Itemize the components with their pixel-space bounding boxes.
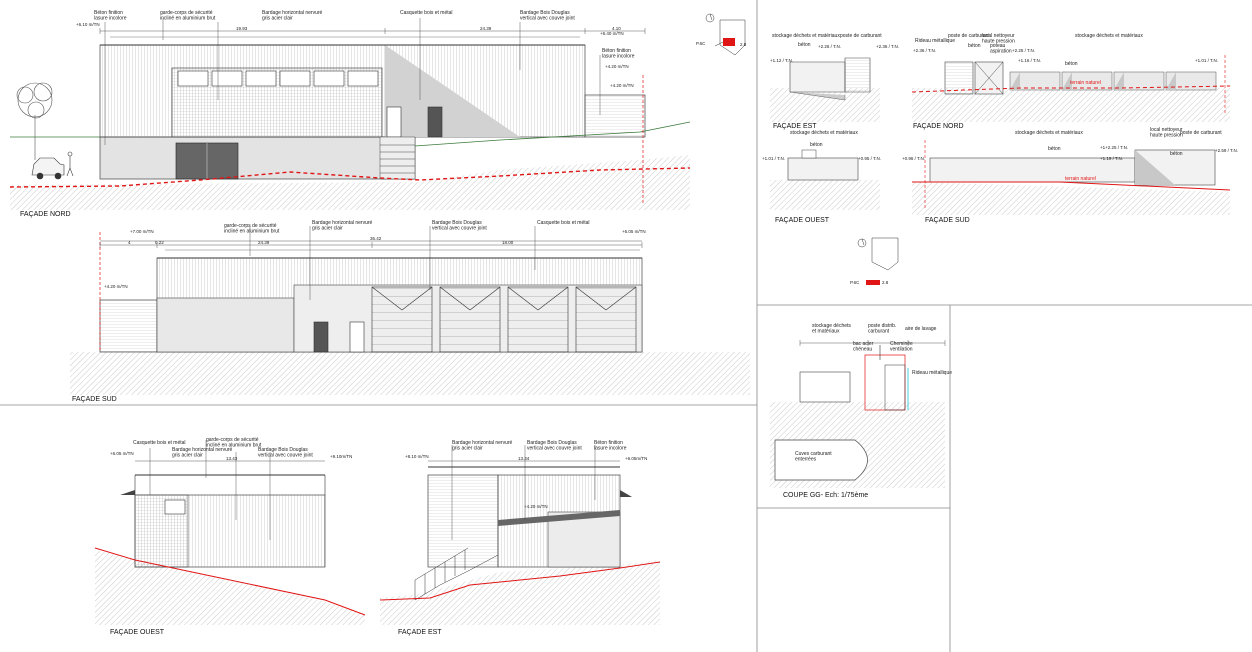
facade-est-title: FAÇADE EST — [398, 629, 442, 636]
kiosk-nord-label-stockage: stockage déchets et matériaux — [1075, 33, 1143, 39]
kiosk-est-label-beton: béton — [798, 42, 811, 48]
facade-sud — [70, 226, 750, 395]
sud-dim-2: 0.22 — [155, 240, 164, 245]
kiosk-ouest-title: FAÇADE OUEST — [775, 217, 830, 224]
est-level-1: +8.10 m/TN — [405, 454, 429, 459]
nord-label-bardage-horizontal: Bardage horizontal nervuré gris acier cla… — [262, 10, 323, 22]
coupe-header-lavage: aire de lavage — [905, 326, 937, 332]
kiosk-nord-label-beton-1: béton — [968, 43, 981, 49]
kiosk-sud-title: FAÇADE SUD — [925, 217, 970, 224]
kiosk-sud-level-4: +2.59 / T.N. — [1215, 148, 1238, 153]
kiosk-sud-label-stockage: stockage déchets et matériaux — [1015, 130, 1083, 136]
keyplan-label-p6c: P.6C — [696, 41, 706, 46]
keyplan-bottom — [857, 237, 899, 285]
nord-level-2: +6.40 m/TN — [600, 31, 624, 36]
kiosk-est-level-1: +2.26 / T.N. — [818, 44, 841, 49]
kiosk-nord-level-1: +2.36 / T.N. — [913, 48, 936, 53]
sud-label-garde-corps: garde-corps de sécurité incliné en alumin… — [224, 223, 280, 235]
ouest-dim-1: 13.43 — [226, 456, 238, 461]
person-icon — [66, 151, 74, 177]
nord-label-beton: Béton finition lasure incolore — [94, 10, 127, 22]
kiosk-sud-label-beton-2: béton — [1170, 151, 1183, 157]
kiosk-sud-label-beton-1: béton — [1048, 146, 1061, 152]
nord-level-1: +6.10 m/TN — [76, 22, 100, 27]
kiosk-nord-level-4: +1.01 / T.N. — [1195, 58, 1218, 63]
tree-icon — [16, 82, 53, 160]
kiosk-ouest-label-stockage: stockage déchets et matériaux — [790, 130, 858, 136]
kiosk-sud-label-poste: poste de carburant — [1180, 130, 1222, 136]
kiosk-ouest-level-2: +0.95 / T.N. — [858, 156, 881, 161]
kiosk-sud-level-2: +1+2.25 / T.N. — [1100, 145, 1128, 150]
nord-dim-1: 19.93 — [236, 26, 248, 31]
coupe-label-rideau: Rideau métallique — [912, 370, 952, 376]
nord-label-beton-right: Béton finition lasure incolore — [602, 48, 635, 60]
est-label-beton: Béton finition lasure incolore — [594, 440, 627, 452]
sud-dim-4: 36.42 — [370, 236, 382, 241]
sud-level-3: +4.20 m/TN — [104, 284, 128, 289]
facade-est — [379, 445, 661, 625]
kiosk-est-label-poste: poste de carburant — [840, 33, 882, 39]
est-label-bardage-bois: Bardage Bois Douglas vertical avec couvre… — [527, 440, 582, 452]
elevation-drawing-sheet: FAÇADE NORD Béton finition lasure incolor… — [0, 0, 1252, 652]
coupe-label-cheminee: Cheminée ventilation — [890, 341, 913, 353]
nord-level-4: +4.20 m/TN — [610, 83, 634, 88]
coupe-header-poste: poste distrib. carburant — [868, 323, 896, 335]
kiosk-nord-title: FAÇADE NORD — [913, 123, 964, 130]
keyplan-label-28: 2.8 — [740, 42, 747, 47]
kiosk-sud-label-terrain: terrain naturel — [1065, 176, 1096, 182]
sud-label-bardage-horizontal: Bardage horizontal nervuré gris acier cla… — [312, 220, 373, 232]
ouest-level-1: +6.05 m/TN — [110, 451, 134, 456]
keyplan-top — [705, 13, 746, 56]
kiosk-est-title: FAÇADE EST — [773, 123, 817, 130]
facade-sud-title: FAÇADE SUD — [72, 396, 117, 403]
coupe-label-bac: bac acier chéneau — [853, 341, 874, 353]
coupe-header-stockage: stockage déchets et matériaux — [812, 323, 851, 335]
kiosk-ouest-label-beton: béton — [810, 142, 823, 148]
sud-dim-1: 4 — [128, 240, 131, 245]
ouest-label-bardage-horizontal: Bardage horizontal nervuré gris acier cla… — [172, 447, 233, 459]
sud-level-1: +7.00 m/TN — [130, 229, 154, 234]
facade-ouest — [94, 440, 366, 625]
car-icon — [31, 157, 65, 180]
keyplan2-label-p6c: P.6C — [850, 280, 860, 285]
kiosk-nord-label-beton-2: béton — [1065, 61, 1078, 67]
est-level-2: +6.05m/TN — [625, 456, 647, 461]
kiosk-nord-level-3: +1.16 / T.N. — [1018, 58, 1041, 63]
kiosk-nord-label-poteau: poteau aspiration — [990, 43, 1012, 55]
coupe-gg — [770, 340, 946, 488]
kiosk-ouest-level-1: +1.01 / T.N. — [762, 156, 785, 161]
ouest-label-casquette: Casquette bois et métal — [133, 440, 186, 446]
nord-label-casquette: Casquette bois et métal — [400, 10, 453, 16]
sud-dim-3: 24.39 — [258, 240, 270, 245]
nord-label-garde-corps: garde-corps de sécurité incliné en alumin… — [160, 10, 216, 22]
kiosk-sud-level-3: +1.19 / T.N. — [1100, 156, 1123, 161]
kiosk-nord-level-2: +2.25 / T.N. — [1012, 48, 1035, 53]
nord-dim-2: 24.39 — [480, 26, 492, 31]
kiosk-sud-label-local: local nettoyeur haute pression — [1150, 127, 1183, 139]
kiosk-est — [770, 57, 880, 122]
est-label-bardage-horizontal: Bardage horizontal nervuré gris acier cla… — [452, 440, 513, 452]
sud-label-casquette: Casquette bois et métal — [537, 220, 590, 226]
ouest-level-2: +9.10m/TN — [330, 454, 352, 459]
est-dim-1: 13.34 — [518, 456, 530, 461]
kiosk-nord-label-terrain: terrain naturel — [1070, 80, 1101, 86]
facade-nord-title: FAÇADE NORD — [20, 211, 71, 218]
kiosk-sud-level-1: +0.96 / T.N. — [902, 156, 925, 161]
keyplan2-label-28: 2.8 — [882, 280, 889, 285]
sud-level-2: +6.05 m/TN — [622, 229, 646, 234]
ouest-label-bardage-bois: Bardage Bois Douglas vertical avec couvre… — [258, 447, 313, 459]
kiosk-est-label-stockage: stockage déchets et matériaux — [772, 33, 840, 39]
nord-level-3: +4.20 m/TN — [605, 64, 629, 69]
nord-dim-3: 4.10 — [612, 26, 621, 31]
coupe-title: COUPE GG- Ech: 1/75ème — [783, 492, 868, 499]
sud-label-bardage-bois: Bardage Bois Douglas vertical avec couvre… — [432, 220, 487, 232]
facade-nord — [9, 18, 691, 210]
kiosk-est-level-3: +1.12 / T.N. — [770, 58, 793, 63]
facade-ouest-title: FAÇADE OUEST — [110, 629, 165, 636]
sud-dim-5: 18.00 — [502, 240, 514, 245]
est-level-3: +4.20 m/TN — [524, 504, 548, 509]
nord-label-bardage-bois: Bardage Bois Douglas vertical avec couvre… — [520, 10, 575, 22]
kiosk-est-level-2: +2.36 / T.N. — [876, 44, 899, 49]
